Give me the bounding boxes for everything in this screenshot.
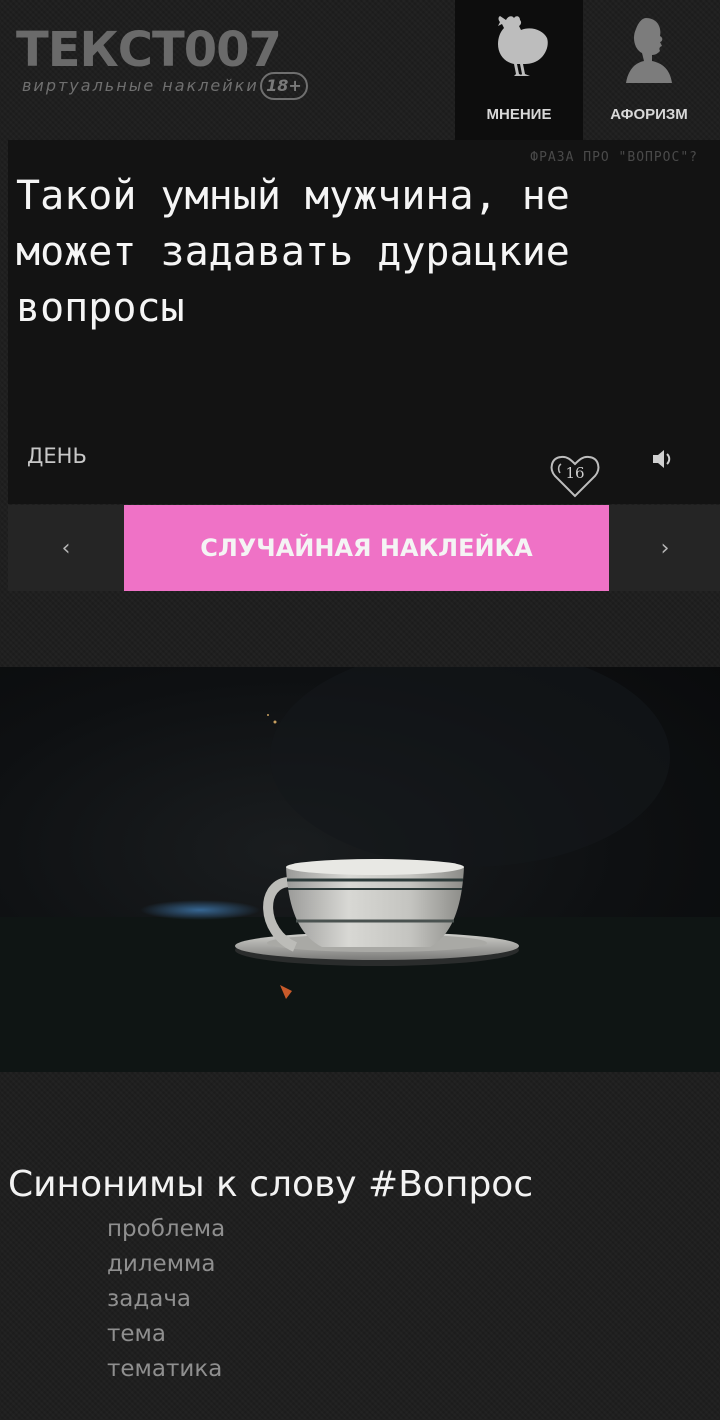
sticker-navigation: ‹ СЛУЧАЙНАЯ НАКЛЕЙКА ›: [8, 505, 720, 591]
synonym-link[interactable]: тема: [107, 1321, 225, 1356]
silhouette-bust-icon: [585, 14, 713, 88]
synonym-link[interactable]: дилемма: [107, 1251, 225, 1286]
previous-sticker-button[interactable]: ‹: [8, 505, 124, 591]
random-sticker-button[interactable]: СЛУЧАЙНАЯ НАКЛЕЙКА: [124, 505, 609, 591]
synonym-link[interactable]: задача: [107, 1286, 225, 1321]
chicken-icon: [455, 14, 583, 88]
speaker-icon[interactable]: [650, 446, 676, 472]
synonym-link[interactable]: тематика: [107, 1356, 225, 1391]
like-button[interactable]: 16: [549, 452, 601, 500]
next-sticker-button[interactable]: ›: [610, 505, 720, 591]
synonyms-title: Синонимы к слову #Вопрос: [8, 1164, 534, 1205]
synonyms-list: проблема дилемма задача тема тематика: [107, 1216, 225, 1391]
synonym-link[interactable]: проблема: [107, 1216, 225, 1251]
like-count: 16: [565, 464, 585, 482]
tab-aphorism[interactable]: АФОРИЗМ: [585, 0, 713, 140]
tab-aphorism-label: АФОРИЗМ: [610, 106, 688, 123]
age-rating-badge: 18+: [260, 72, 308, 100]
tab-opinion[interactable]: МНЕНИЕ: [455, 0, 583, 140]
sticker-quote: Такой умный мужчина, не может задавать д…: [16, 173, 570, 331]
tab-opinion-label: МНЕНИЕ: [486, 106, 552, 123]
logo-subtitle: виртуальные наклейки: [22, 76, 259, 95]
phrase-tag-link[interactable]: ФРАЗА ПРО "ВОПРОС"?: [530, 150, 698, 165]
teacup-on-saucer-image: [0, 667, 720, 1072]
day-label[interactable]: ДЕНЬ: [27, 444, 87, 468]
site-logo[interactable]: ТЕКСТ007 виртуальные наклейки 18+: [16, 24, 316, 104]
sticker-card: ФРАЗА ПРО "ВОПРОС"? Такой умный мужчина,…: [8, 140, 720, 504]
logo-title: ТЕКСТ007: [16, 22, 282, 78]
